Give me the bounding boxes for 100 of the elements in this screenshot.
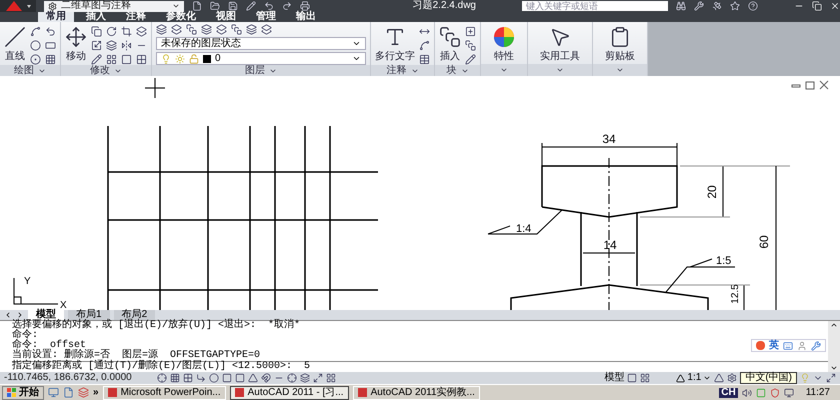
drafting-toggle-icon[interactable]	[287, 373, 297, 383]
ribbon-tab[interactable]: 注释	[118, 12, 154, 22]
scroll-right-icon[interactable]	[16, 311, 24, 319]
star-icon[interactable]	[730, 1, 740, 11]
network-icon[interactable]	[784, 388, 794, 398]
new-file-icon[interactable]	[192, 1, 202, 11]
drafting-toggle-icon[interactable]	[183, 373, 193, 383]
satellite-icon[interactable]	[712, 1, 722, 11]
ribbon-tab[interactable]: 插入	[78, 12, 114, 22]
ribbon-button[interactable]: 实用工具	[528, 22, 592, 62]
layout-icon[interactable]	[627, 373, 638, 383]
panel-title-bar[interactable]: 注释	[371, 65, 434, 76]
viewports-icon[interactable]	[640, 373, 650, 383]
user-icon[interactable]	[797, 340, 807, 350]
ime-toolbar[interactable]: 英	[751, 339, 826, 352]
help-icon[interactable]	[748, 1, 758, 11]
layer-tool-icon[interactable]	[201, 24, 212, 35]
table-icon[interactable]	[419, 54, 430, 65]
speaker-icon[interactable]	[742, 388, 752, 398]
layer-tool-icon[interactable]	[216, 24, 227, 35]
start-button[interactable]: 开始	[2, 386, 44, 400]
ribbon-button[interactable]: 直线	[4, 22, 26, 65]
drafting-toggle-icon[interactable]	[300, 373, 310, 383]
ribbon-button[interactable]: 移动	[65, 22, 87, 65]
rectangle-icon[interactable]	[45, 40, 56, 51]
save-icon[interactable]	[228, 1, 238, 11]
model-space-button[interactable]: 模型	[604, 373, 624, 383]
drafting-toggle-icon[interactable]	[313, 373, 323, 383]
layer-dropdown[interactable]: 0	[156, 52, 366, 65]
desktop-icon[interactable]	[48, 387, 59, 398]
ribbon-tab[interactable]: 常用	[38, 12, 74, 22]
redo-icon[interactable]	[282, 1, 292, 11]
folder-icon[interactable]	[210, 1, 220, 11]
circle-icon[interactable]	[30, 40, 41, 51]
print-icon[interactable]	[300, 1, 310, 11]
attribute-icon[interactable]	[465, 54, 476, 65]
scale-icon[interactable]	[91, 40, 102, 51]
viewport-controls[interactable]	[792, 80, 828, 90]
panel-title-bar[interactable]: 图层	[152, 65, 370, 76]
drafting-toggle-icon[interactable]	[326, 373, 336, 383]
taskbar-button[interactable]: Microsoft PowerPoin...	[102, 386, 226, 400]
layout-tab[interactable]: 布局2	[114, 310, 156, 320]
undo-icon[interactable]	[264, 1, 274, 11]
grid-icon[interactable]	[136, 54, 147, 65]
settings-icon[interactable]	[727, 373, 738, 383]
ribbon-tab[interactable]: 输出	[288, 12, 324, 22]
ribbon-button[interactable]: 剪贴板	[593, 22, 647, 62]
ribbon-tab[interactable]: 视图	[208, 12, 244, 22]
app-menu-button[interactable]	[0, 0, 36, 12]
trim-icon[interactable]	[121, 26, 132, 37]
block-icon[interactable]	[465, 26, 476, 37]
ime-mode[interactable]: 英	[769, 340, 779, 350]
rotate-icon[interactable]	[106, 26, 117, 37]
panel-title-bar[interactable]: 绘图	[0, 65, 60, 76]
scroll-up-icon[interactable]	[830, 321, 838, 329]
ribbon-button[interactable]: 插入	[439, 22, 461, 65]
ribbon-tab[interactable]: 管理	[248, 12, 284, 22]
array-icon[interactable]	[106, 54, 117, 65]
drafting-toggle-icon[interactable]	[170, 373, 180, 383]
layout-tab[interactable]: 布局1	[68, 310, 110, 320]
copy-icon[interactable]	[91, 26, 102, 37]
stack-icon[interactable]	[136, 26, 147, 37]
layer-tool-icon[interactable]	[261, 24, 272, 35]
polyline-icon[interactable]	[30, 26, 41, 37]
binoculars-icon[interactable]	[676, 1, 686, 11]
ribbon-button[interactable]: 特性	[481, 22, 527, 62]
drawing-canvas[interactable]: Y X 34 20 60 14 12.5 1:4 1:5	[0, 76, 840, 310]
drafting-toggle-icon[interactable]	[196, 373, 206, 383]
hatch-icon[interactable]	[45, 54, 56, 65]
edit-block-icon[interactable]	[465, 40, 476, 51]
clean-screen-icon[interactable]	[826, 373, 836, 383]
more-chevron[interactable]: »	[93, 388, 99, 398]
scroll-down-icon[interactable]	[830, 364, 838, 372]
layer-tool-icon[interactable]	[171, 24, 182, 35]
pencil-icon[interactable]	[91, 54, 102, 65]
layers-icon[interactable]	[106, 40, 117, 51]
layer-tool-icon[interactable]	[186, 24, 197, 35]
scroll-left-icon[interactable]	[4, 311, 12, 319]
ribbon-tab[interactable]: 参数化	[158, 12, 204, 22]
annotation-icon[interactable]	[714, 373, 724, 383]
wrench-icon[interactable]	[811, 340, 821, 350]
drafting-toggle-icon[interactable]	[261, 373, 271, 383]
mirror-icon[interactable]	[121, 40, 132, 51]
layout-tab[interactable]: 模型	[28, 310, 64, 320]
shield-icon[interactable]	[770, 388, 780, 398]
close-icon[interactable]	[830, 1, 840, 11]
panel-title-bar[interactable]: 修改	[61, 65, 151, 76]
taskbar-button[interactable]: AutoCAD 2011实例教...	[352, 386, 480, 400]
restore-icon[interactable]	[812, 1, 822, 11]
keyboard-icon[interactable]	[783, 340, 793, 350]
annotation-scale-dropdown[interactable]: 1:1	[676, 373, 712, 383]
circle-dot-icon[interactable]	[30, 54, 41, 65]
layer-tool-icon[interactable]	[246, 24, 257, 35]
curve-arrow-icon[interactable]	[45, 26, 56, 37]
layer-tool-icon[interactable]	[231, 24, 242, 35]
panel-title-bar[interactable]: 块	[435, 65, 480, 76]
scrollbar[interactable]	[828, 321, 840, 372]
drafting-toggle-icon[interactable]	[157, 373, 167, 383]
language-indicator[interactable]: CH	[719, 388, 738, 398]
square-icon[interactable]	[121, 54, 132, 65]
